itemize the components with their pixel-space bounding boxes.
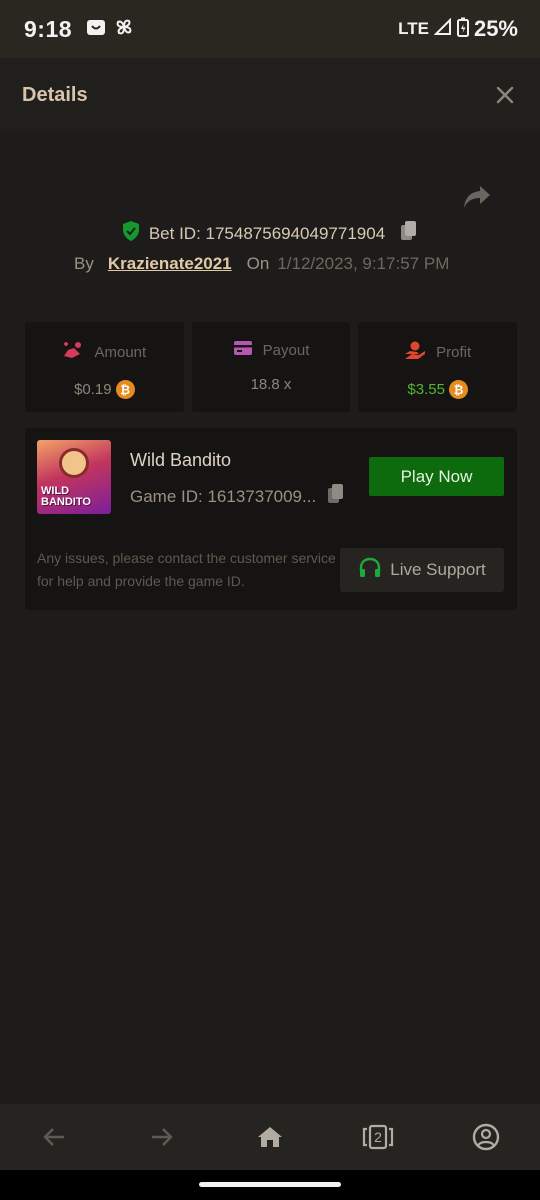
home-icon <box>258 1127 282 1147</box>
coin-icon: ₿ <box>448 380 468 399</box>
payout-label: Payout <box>262 341 310 359</box>
pinwheel-icon <box>114 17 134 42</box>
share-button[interactable] <box>462 184 494 212</box>
bet-date: 1/12/2023, 9:17:57 PM <box>277 254 450 273</box>
browser-bottom-nav: 2 <box>0 1104 540 1170</box>
close-icon <box>496 86 514 104</box>
username-link[interactable]: Krazienate2021 <box>108 254 232 274</box>
forward-arrow-icon <box>152 1128 173 1146</box>
bet-stats: Amount $0.19 ₿ Payout 18.8 x Profit $3.5… <box>25 322 518 412</box>
payout-value: 18.8 x <box>250 376 292 393</box>
share-icon <box>464 186 490 208</box>
close-button[interactable] <box>492 82 518 108</box>
gesture-bar <box>0 1170 540 1200</box>
account-button[interactable] <box>459 1110 513 1164</box>
forward-button[interactable] <box>135 1110 189 1164</box>
copy-bet-id-button[interactable] <box>399 220 419 247</box>
game-name: Wild Bandito <box>130 450 232 470</box>
battery-icon <box>456 17 469 42</box>
headset-icon <box>358 557 382 584</box>
profit-label: Profit <box>436 343 472 361</box>
profit-card: Profit $3.55 ₿ <box>358 322 518 412</box>
tabs-count: 2 <box>374 1129 382 1145</box>
status-time: 9:18 <box>24 15 73 42</box>
home-gesture-pill[interactable] <box>199 1182 341 1187</box>
game-id-row: Game ID: 1613737009... <box>130 483 346 510</box>
profit-hand-icon <box>404 340 426 364</box>
notification-bag-icon <box>86 17 106 42</box>
page-title: Details <box>22 83 88 106</box>
back-arrow-icon <box>43 1128 64 1146</box>
amount-label: Amount <box>94 343 147 361</box>
payout-card: Payout 18.8 x <box>191 322 351 412</box>
amount-value: $0.19 <box>74 381 112 398</box>
game-id: Game ID: 1613737009... <box>130 486 317 506</box>
coin-icon: ₿ <box>115 380 135 399</box>
payout-card-icon <box>233 340 253 360</box>
game-thumbnail-logo: WILD BANDITO <box>41 485 91 508</box>
bet-meta: By Krazienate2021 On 1/12/2023, 9:17:57 … <box>74 254 449 274</box>
live-support-label: Live Support <box>390 560 486 579</box>
details-header: Details <box>0 58 540 132</box>
support-notice: Any issues, please contact the customer … <box>37 550 336 589</box>
battery-level: 25% <box>473 16 518 41</box>
amount-icon <box>62 340 84 364</box>
copy-icon <box>401 221 417 240</box>
live-support-button[interactable]: Live Support <box>340 548 504 592</box>
back-button[interactable] <box>27 1110 81 1164</box>
tabs-button[interactable]: 2 <box>351 1110 405 1164</box>
bet-id-row: Bet ID: 1754875694049771904 <box>0 220 540 247</box>
bet-id: Bet ID: 1754875694049771904 <box>148 223 386 243</box>
profit-value: $3.55 <box>407 381 445 398</box>
copy-icon <box>328 484 344 503</box>
game-card: WILD BANDITO Wild Bandito Game ID: 16137… <box>25 428 517 610</box>
home-button[interactable] <box>243 1110 297 1164</box>
network-type: LTE <box>398 19 429 38</box>
copy-game-id-button[interactable] <box>326 483 346 510</box>
signal-icon <box>433 17 452 41</box>
status-bar: 9:18 LTE 25% <box>0 0 540 58</box>
on-label: On <box>246 254 270 273</box>
account-icon <box>472 1123 500 1151</box>
play-now-button[interactable]: Play Now <box>369 457 504 496</box>
amount-card: Amount $0.19 ₿ <box>25 322 184 412</box>
shield-check-icon <box>121 220 141 247</box>
by-label: By <box>74 254 94 273</box>
bandit-face-image <box>59 448 89 478</box>
game-thumbnail[interactable]: WILD BANDITO <box>37 440 111 514</box>
